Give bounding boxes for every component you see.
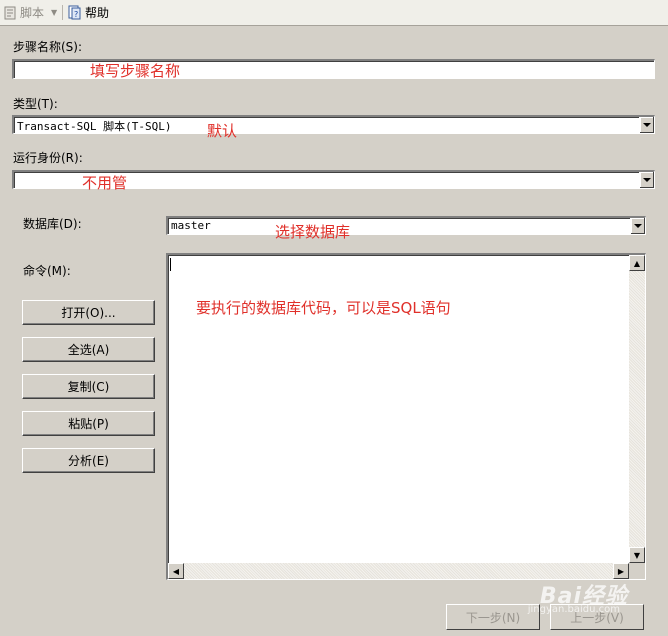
database-value: master xyxy=(171,219,211,232)
run-as-dropdown-button[interactable] xyxy=(639,172,654,188)
script-button[interactable]: 脚本 ▼ xyxy=(3,4,57,21)
arrow-right-icon: ▶ xyxy=(617,566,625,576)
toolbar-separator xyxy=(62,5,63,20)
type-dropdown-button[interactable] xyxy=(639,117,654,133)
type-value: Transact-SQL 脚本(T-SQL) xyxy=(17,120,172,133)
copy-button[interactable]: 复制(C) xyxy=(22,374,155,399)
parse-button[interactable]: 分析(E) xyxy=(22,448,155,473)
chevron-down-icon xyxy=(643,178,651,182)
run-as-label: 运行身份(R): xyxy=(13,151,83,165)
scroll-right-button[interactable]: ▶ xyxy=(613,563,629,579)
database-label: 数据库(D): xyxy=(23,217,82,231)
chevron-down-icon[interactable]: ▼ xyxy=(51,8,57,17)
text-caret xyxy=(170,258,171,271)
database-select[interactable]: master xyxy=(166,216,646,235)
scroll-left-button[interactable]: ◀ xyxy=(168,563,184,579)
database-dropdown-button[interactable] xyxy=(630,218,645,234)
vertical-scrollbar[interactable]: ▲ ▼ xyxy=(629,255,645,563)
svg-text:?: ? xyxy=(74,10,78,19)
type-label: 类型(T): xyxy=(13,97,58,111)
scroll-down-button[interactable]: ▼ xyxy=(629,547,645,563)
arrow-left-icon: ◀ xyxy=(172,566,180,576)
arrow-up-icon: ▲ xyxy=(633,258,641,268)
chevron-down-icon xyxy=(643,123,651,127)
chevron-down-icon xyxy=(634,224,642,228)
paste-button[interactable]: 粘贴(P) xyxy=(22,411,155,436)
help-icon: ? xyxy=(68,5,81,20)
toolbar: 脚本 ▼ ? 帮助 xyxy=(0,0,668,26)
horizontal-scrollbar[interactable]: ◀ ▶ xyxy=(168,563,629,579)
command-annotation: 要执行的数据库代码，可以是SQL语句 xyxy=(196,299,451,317)
step-name-annotation: 填写步骤名称 xyxy=(90,62,181,80)
next-button[interactable]: 下一步(N) xyxy=(446,604,540,630)
type-select[interactable]: Transact-SQL 脚本(T-SQL) xyxy=(12,115,655,134)
help-label: 帮助 xyxy=(85,6,110,20)
step-name-label: 步骤名称(S): xyxy=(13,40,83,54)
type-annotation: 默认 xyxy=(207,122,238,140)
baidu-watermark-url: jingyan.baidu.com xyxy=(527,604,620,615)
script-icon xyxy=(4,6,16,19)
command-label: 命令(M): xyxy=(23,264,71,278)
arrow-down-icon: ▼ xyxy=(633,550,641,560)
script-label: 脚本 xyxy=(20,6,45,20)
database-annotation: 选择数据库 xyxy=(275,223,351,241)
open-button[interactable]: 打开(O)... xyxy=(22,300,155,325)
select-all-button[interactable]: 全选(A) xyxy=(22,337,155,362)
scrollbar-corner xyxy=(629,563,645,579)
scroll-up-button[interactable]: ▲ xyxy=(629,255,645,271)
run-as-annotation: 不用管 xyxy=(82,174,128,192)
help-button[interactable]: ? 帮助 xyxy=(67,4,109,21)
